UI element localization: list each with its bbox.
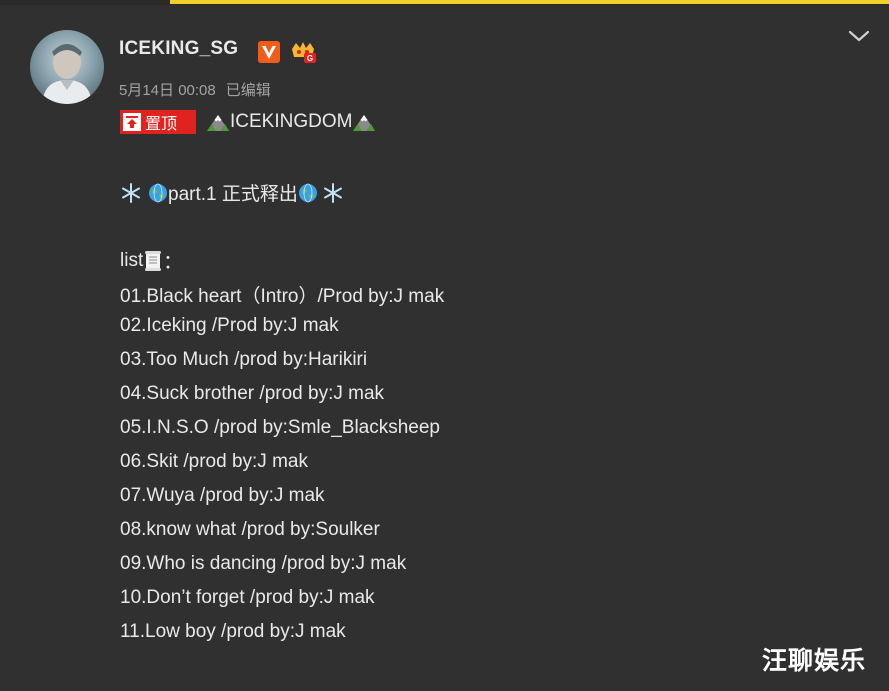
- list-label: list: [120, 249, 144, 271]
- release-line: part.1 正式释出: [120, 179, 344, 206]
- pin-label: 置顶: [145, 116, 178, 133]
- snowflake-icon: [122, 182, 140, 203]
- fan-badge-icon: G: [292, 42, 316, 63]
- avatar[interactable]: [30, 30, 104, 104]
- watermark: 汪聊娱乐: [762, 647, 867, 675]
- title-text: ICEKINGDOM: [230, 111, 353, 132]
- edited-label: 已编辑: [225, 82, 271, 99]
- mountain-icon: [207, 115, 229, 131]
- chevron-down-icon[interactable]: [846, 27, 872, 45]
- v-badge-icon: [258, 41, 280, 63]
- title-line: ICEKINGDOM: [206, 111, 376, 133]
- snowflake-icon: [323, 182, 342, 203]
- globe-icon: [298, 183, 317, 202]
- post-meta: 5月14日 00:08 已编辑: [119, 79, 271, 100]
- track-item: 02.Iceking /Prod by:J mak: [120, 315, 339, 336]
- track-item: 06.Skit /prod by:J mak: [120, 451, 308, 472]
- track-item: 08.know what /prod by:Soulker: [120, 519, 380, 540]
- track-item: 01.Black heart（Intro）/Prod by:J mak: [120, 286, 445, 307]
- list-colon: ：: [163, 252, 183, 273]
- track-item: 09.Who is dancing /prod by:J mak: [120, 553, 407, 574]
- svg-text:G: G: [307, 54, 313, 63]
- track-item: 07.Wuya /prod by:J mak: [120, 485, 325, 506]
- mountain-icon: [353, 115, 376, 131]
- scroll-icon: [145, 250, 162, 271]
- list-label-line: list ：: [120, 247, 182, 274]
- release-text: part.1 正式释出: [168, 184, 298, 205]
- track-item: 05.I.N.S.O /prod by:Smle_Blacksheep: [120, 417, 440, 438]
- track-item: 10.Don’t forget /prod by:J mak: [120, 587, 375, 608]
- track-item: 11.Low boy /prod by:J mak: [120, 621, 346, 642]
- top-yellow-bar: [170, 0, 889, 4]
- track-item: 04.Suck brother /prod by:J mak: [120, 383, 385, 404]
- username[interactable]: ICEKING_SG: [119, 38, 238, 60]
- pin-icon: [123, 113, 141, 131]
- post-date[interactable]: 5月14日 00:08: [119, 82, 216, 99]
- globe-icon: [149, 183, 167, 202]
- track-item: 03.Too Much /prod by:Harikiri: [120, 349, 368, 370]
- pin-tag: 置顶: [120, 110, 196, 134]
